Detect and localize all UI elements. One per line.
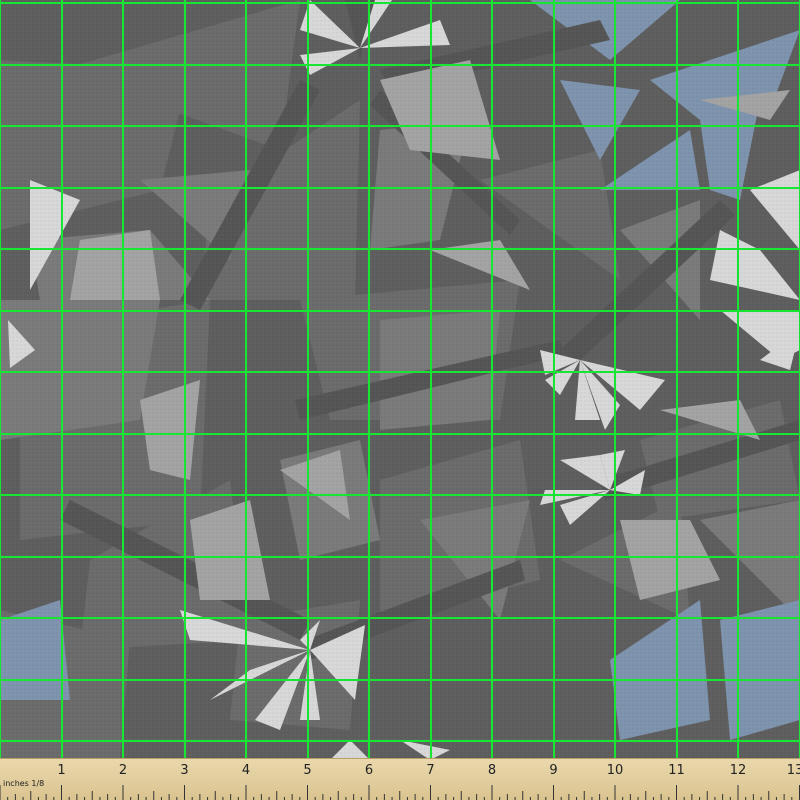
ruler-number: 11 [668,763,685,778]
ruler-number: 13 [786,763,800,778]
ruler-number: 2 [118,763,128,778]
measuring-ruler: inches 1/8 1 2 3 4 5 6 7 8 9 10 11 12 13 [0,758,800,800]
ruler-unit-label: inches 1/8 [3,779,45,788]
ruler-number: 8 [487,763,497,778]
fabric-pattern [0,0,800,760]
ruler-number: 10 [606,763,624,778]
fabric-swatch-image: inches 1/8 1 2 3 4 5 6 7 8 9 10 11 12 13 [0,0,800,800]
ruler-number: 1 [57,763,66,778]
ruler-number: 9 [549,763,558,778]
ruler-number: 4 [241,763,251,778]
ruler-number: 12 [729,763,747,778]
ruler-number: 7 [426,763,435,778]
ruler-number: 6 [364,763,374,778]
ruler-number: 3 [180,763,189,778]
weave-texture [0,0,800,760]
ruler-number: 5 [303,763,312,778]
